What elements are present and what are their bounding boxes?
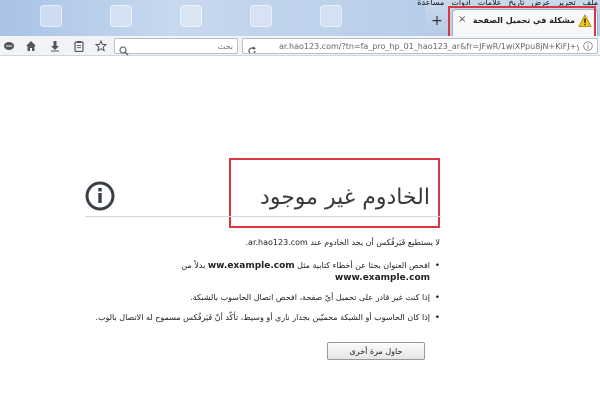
- desktop-icon: [110, 5, 132, 27]
- title-divider: [85, 216, 441, 217]
- list-item: إذا كان الحاسوب أو الشبكة محميّين بجدار …: [84, 312, 440, 324]
- navigation-toolbar: [0, 36, 600, 56]
- desktop-icon: [250, 5, 272, 27]
- error-suggestions-list: افحص العنوان بحثا عن أخطاء كتابية مثل ww…: [84, 260, 440, 332]
- menu-item-help[interactable]: مساعدة: [417, 0, 444, 9]
- address-bar[interactable]: [242, 38, 598, 54]
- clipboard-icon[interactable]: [70, 37, 88, 55]
- desktop-icon: [40, 5, 62, 27]
- tab-highlight-box: [448, 6, 596, 40]
- error-description: لا يستطيع فَيَرفُكس أن يجد الخادوم عند a…: [245, 238, 441, 247]
- search-input[interactable]: [133, 39, 233, 53]
- home-icon[interactable]: [22, 37, 40, 55]
- info-circle-icon: [85, 181, 115, 211]
- bookmark-star-icon[interactable]: [92, 37, 110, 55]
- search-box[interactable]: [114, 38, 238, 56]
- chat-icon[interactable]: [0, 37, 18, 55]
- list-item: إذا كنت غير قادر على تحميل أيّ صفحة، افح…: [84, 292, 440, 304]
- desktop-icon: [320, 5, 342, 27]
- suggestion-text: افحص العنوان بحثا عن أخطاء كتابية مثل: [294, 261, 430, 270]
- example-url-wrong: ww.example.com: [207, 261, 295, 271]
- url-input[interactable]: [279, 39, 579, 53]
- reload-icon[interactable]: [247, 41, 257, 53]
- desktop-background-strip: [0, 0, 425, 36]
- desktop-icon: [180, 5, 202, 27]
- download-icon[interactable]: [46, 37, 64, 55]
- info-icon[interactable]: [583, 41, 593, 51]
- suggestion-text: بدلاً من: [181, 261, 208, 270]
- list-item: افحص العنوان بحثا عن أخطاء كتابية مثل ww…: [84, 260, 440, 284]
- try-again-button[interactable]: حاول مرة أخرى: [327, 342, 425, 360]
- new-tab-button[interactable]: +: [428, 12, 446, 30]
- title-highlight-box: [229, 158, 440, 228]
- example-url-correct: www.example.com: [334, 273, 430, 283]
- error-page: الخادوم غير موجود لا يستطيع فَيَرفُكس أن…: [0, 57, 600, 410]
